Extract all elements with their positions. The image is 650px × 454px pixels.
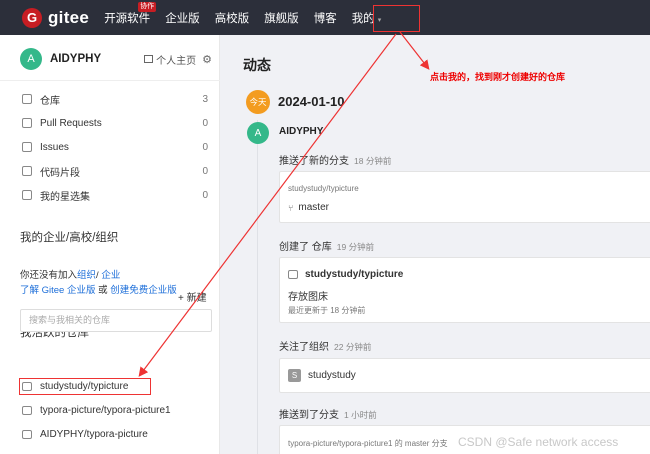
- personal-homepage-link[interactable]: 个人主页 ⚙: [144, 52, 212, 67]
- repo-search-input[interactable]: 搜索与我相关的仓库: [20, 309, 212, 332]
- repo-item-label: AIDYPHY/typora-picture: [40, 428, 148, 440]
- annotation-note: 点击我的，找到刚才创建好的仓库: [430, 72, 566, 82]
- card-push-text[interactable]: typora-picture/typora-picture1 的 master …: [288, 438, 448, 449]
- feed-date: 2024-01-10: [278, 94, 345, 109]
- org-link[interactable]: 组织: [77, 270, 96, 281]
- gear-icon[interactable]: ⚙: [202, 53, 212, 66]
- nav-flagship[interactable]: 旗舰版: [264, 10, 299, 26]
- today-marker: 今天: [246, 90, 270, 114]
- code-icon: [22, 166, 32, 176]
- top-navbar: G gitee 开源软件 协作 企业版 高校版 旗舰版 博客 我的 ▾: [0, 0, 650, 35]
- username[interactable]: AIDYPHY: [50, 53, 101, 65]
- learn-enterprise-link[interactable]: 了解 Gitee 企业版: [20, 285, 96, 296]
- event-card-repo: studystudy/typicture 存放图床 最近更新于 18 分钟前: [279, 257, 650, 323]
- nav-blog[interactable]: 博客: [314, 10, 337, 26]
- event-card-org: S studystudy: [279, 358, 650, 393]
- homepage-label: 个人主页: [156, 55, 197, 67]
- annotation-box-mine: [373, 5, 420, 32]
- collection-icon: [22, 190, 32, 200]
- feed-username[interactable]: AIDYPHY: [279, 126, 323, 137]
- timeline-line: [257, 120, 258, 454]
- main-nav: 开源软件 协作 企业版 高校版 旗舰版 博客 我的 ▾: [104, 1, 396, 26]
- org-or-text: 或: [95, 285, 111, 296]
- gitee-logo[interactable]: G gitee: [22, 7, 90, 28]
- page-title: 动态: [243, 57, 271, 73]
- event-text: 推送了新的分支: [279, 156, 349, 167]
- new-repo-button[interactable]: + 新建: [178, 289, 207, 304]
- card-org-row[interactable]: S studystudy: [288, 369, 356, 382]
- event-text: 推送到了分支: [279, 410, 339, 421]
- event-time: 22 分钟前: [334, 342, 372, 352]
- sidebar-item-collections[interactable]: 我的星选集 0: [22, 183, 208, 207]
- nav-education[interactable]: 高校版: [215, 10, 250, 26]
- nav-open-source[interactable]: 开源软件 协作: [104, 1, 157, 26]
- card-org-name: studystudy: [308, 370, 356, 381]
- sidebar-item-count: 0: [202, 117, 208, 129]
- event-text: 创建了 仓库: [279, 242, 332, 253]
- org-section-title: 我的企业/高校/组织: [20, 232, 119, 244]
- pull-request-icon: [22, 118, 32, 128]
- branch-name[interactable]: master: [298, 202, 329, 213]
- sidebar-item-label: 代码片段: [40, 167, 80, 179]
- gitee-wordmark: gitee: [48, 7, 90, 27]
- avatar[interactable]: A: [247, 122, 269, 144]
- sidebar-item-count: 0: [202, 141, 208, 153]
- issues-icon: [22, 142, 32, 152]
- event-push-to-branch: 推送到了分支 1 小时前: [279, 406, 377, 421]
- sidebar-item-label: 仓库: [40, 95, 60, 107]
- event-time: 19 分钟前: [336, 242, 375, 252]
- sidebar-item-count: 3: [202, 93, 208, 105]
- repo-icon: [22, 94, 32, 104]
- repo-item-typora-picture1[interactable]: typora-picture/typora-picture1: [22, 401, 171, 419]
- sidebar-item-count: 0: [202, 165, 208, 177]
- sidebar-menu: 仓库 3 Pull Requests 0 Issues 0 代码片段 0 我的星…: [22, 87, 208, 207]
- org-empty-text: 你还没有加入组织/ 企业 了解 Gitee 企业版 或 创建免费企业版: [20, 268, 177, 298]
- create-enterprise-link[interactable]: 创建免费企业版: [110, 285, 177, 296]
- event-card-branch: studystudy/typicture ⑂ master: [279, 171, 650, 223]
- divider: [0, 80, 220, 81]
- branch-icon: ⑂: [288, 202, 294, 213]
- sidebar-item-repos[interactable]: 仓库 3: [22, 87, 208, 111]
- sidebar-item-issues[interactable]: Issues 0: [22, 135, 208, 159]
- org-empty-prefix: 你还没有加入: [20, 270, 78, 281]
- event-time: 18 分钟前: [354, 156, 392, 166]
- watermark: CSDN @Safe network access: [458, 435, 619, 449]
- sidebar-item-label: Pull Requests: [40, 117, 102, 129]
- nav-open-source-label: 开源软件: [104, 12, 151, 25]
- card-repo-desc: 存放图床: [288, 292, 328, 303]
- homepage-icon: [144, 55, 154, 63]
- org-avatar: S: [288, 369, 301, 382]
- repo-icon: [22, 405, 32, 415]
- card-repo-row[interactable]: studystudy/typicture: [288, 269, 403, 280]
- sidebar-item-label: 我的星选集: [40, 191, 90, 203]
- event-follow-org: 关注了组织 22 分钟前: [279, 338, 371, 353]
- sidebar-item-count: 0: [202, 189, 208, 201]
- sidebar-item-label: Issues: [40, 141, 69, 153]
- card-repo-name: studystudy/typicture: [305, 269, 404, 280]
- event-push-branch: 推送了新的分支 18 分钟前: [279, 152, 391, 167]
- arrow-to-note: [399, 31, 430, 70]
- repo-item-aidyphy-typora-picture[interactable]: AIDYPHY/typora-picture: [22, 425, 148, 443]
- gitee-logo-icon: G: [22, 7, 42, 28]
- event-time: 1 小时前: [344, 410, 377, 420]
- sidebar-item-pull-requests[interactable]: Pull Requests 0: [22, 111, 208, 135]
- repo-icon: [22, 429, 32, 439]
- avatar[interactable]: A: [20, 48, 42, 70]
- annotation-box-repo: [19, 378, 151, 395]
- nav-mine-label: 我的: [351, 12, 375, 25]
- enterprise-link[interactable]: 企业: [101, 270, 120, 281]
- sidebar-user-row: A AIDYPHY 个人主页 ⚙: [20, 48, 212, 70]
- repo-icon: [288, 270, 298, 279]
- card-branch-row: ⑂ master: [288, 202, 329, 213]
- collab-badge: 协作: [138, 1, 157, 12]
- card-repo-updated: 最近更新于 18 分钟前: [288, 306, 366, 315]
- card-repo-link[interactable]: studystudy/typicture: [288, 184, 359, 193]
- sidebar-item-snippets[interactable]: 代码片段 0: [22, 159, 208, 183]
- event-create-repo: 创建了 仓库 19 分钟前: [279, 238, 374, 253]
- repo-item-label: typora-picture/typora-picture1: [40, 404, 171, 416]
- nav-enterprise[interactable]: 企业版: [165, 10, 200, 26]
- event-text: 关注了组织: [279, 342, 329, 353]
